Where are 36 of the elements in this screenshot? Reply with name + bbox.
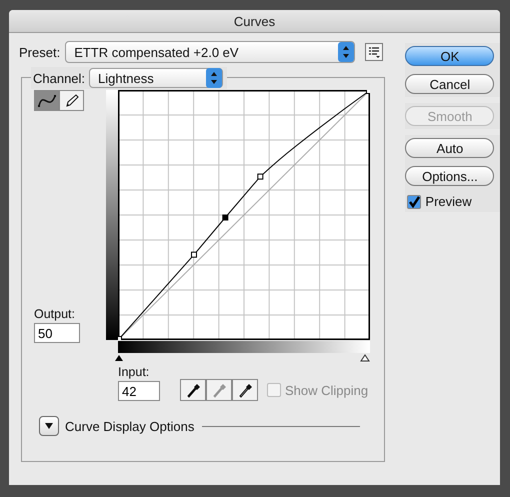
control-point[interactable] bbox=[257, 174, 264, 180]
eyedropper-button[interactable] bbox=[232, 379, 258, 401]
dialog-button[interactable]: Options... bbox=[405, 166, 494, 186]
curve-tool-button[interactable] bbox=[34, 90, 59, 111]
eyedropper-button[interactable] bbox=[180, 379, 206, 401]
eyedropper-icon bbox=[237, 382, 253, 398]
disclosure-button[interactable] bbox=[39, 416, 59, 436]
preview-checkbox[interactable]: Preview bbox=[407, 194, 500, 209]
input-field[interactable]: 42 bbox=[118, 381, 160, 401]
output-field[interactable]: 50 bbox=[34, 323, 80, 343]
dialog-button[interactable]: Auto bbox=[405, 138, 494, 158]
stepper-icon bbox=[206, 68, 222, 88]
preset-dropdown[interactable]: ETTR compensated +2.0 eV bbox=[65, 41, 356, 63]
window-title: Curves bbox=[234, 14, 276, 28]
control-point[interactable] bbox=[191, 252, 197, 258]
stepper-icon bbox=[338, 42, 354, 62]
pencil-icon bbox=[64, 92, 80, 108]
control-point[interactable] bbox=[366, 90, 370, 94]
eyedropper-icon bbox=[185, 382, 201, 398]
curve-graph[interactable] bbox=[118, 90, 370, 340]
channel-dropdown[interactable]: Lightness bbox=[89, 68, 224, 88]
curve-icon bbox=[36, 94, 56, 108]
output-label: Output: bbox=[34, 307, 76, 321]
dialog-button[interactable]: OK bbox=[405, 46, 494, 66]
pencil-tool-button[interactable] bbox=[59, 90, 84, 111]
input-label: Input: bbox=[118, 365, 150, 379]
control-point[interactable] bbox=[222, 214, 228, 220]
checkmark-icon bbox=[408, 196, 420, 208]
triangle-icon bbox=[44, 422, 54, 430]
curve-display-options-label: Curve Display Options bbox=[65, 418, 194, 434]
channel-label: Channel: bbox=[33, 70, 86, 86]
preset-menu-icon[interactable] bbox=[365, 43, 384, 61]
dialog-button[interactable]: Cancel bbox=[405, 74, 494, 94]
preset-label: Preset: bbox=[19, 44, 60, 60]
slider-handle-icon[interactable] bbox=[114, 354, 124, 362]
eyedropper-icon bbox=[211, 382, 227, 398]
